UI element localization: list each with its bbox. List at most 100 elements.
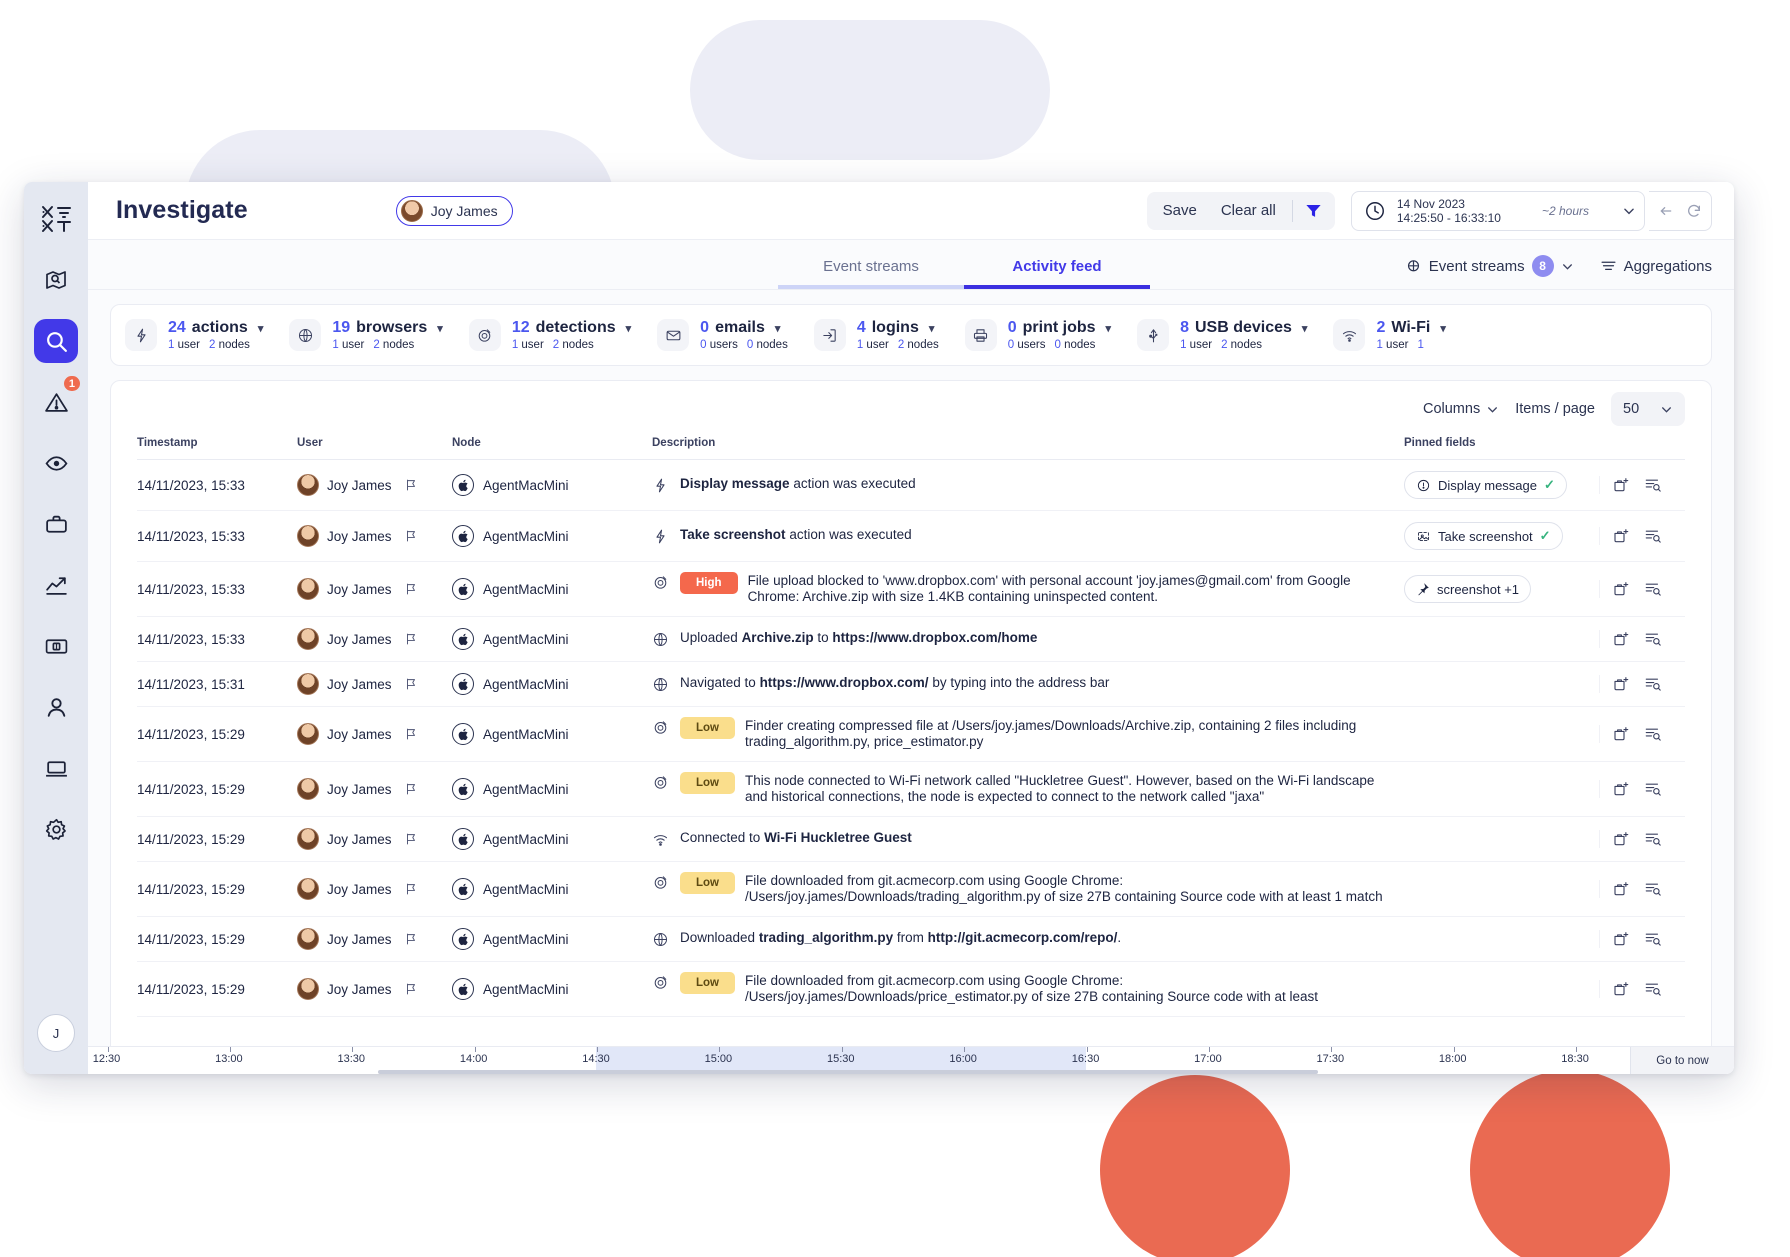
- summary-item-browsers[interactable]: 19 browsers ▾ 1 user 2 nodes: [289, 319, 468, 351]
- chevron-down-icon[interactable]: ▾: [437, 322, 443, 335]
- flag-icon[interactable]: [404, 727, 418, 741]
- table-row[interactable]: 14/11/2023, 15:33 Joy James AgentMacMini…: [137, 561, 1685, 617]
- summary-item-logins[interactable]: 4 logins ▾ 1 user 2 nodes: [813, 319, 965, 351]
- flag-icon[interactable]: [404, 582, 418, 596]
- inspect-icon[interactable]: [1644, 476, 1662, 494]
- sidebar-item-trends[interactable]: [34, 563, 78, 607]
- pinned-field-chip[interactable]: screenshot +1: [1404, 575, 1532, 603]
- event-streams-selector[interactable]: Event streams 8: [1405, 255, 1574, 277]
- sidebar-item-investigate[interactable]: [34, 319, 78, 363]
- add-to-case-icon[interactable]: [1612, 725, 1630, 743]
- add-to-case-icon[interactable]: [1612, 830, 1630, 848]
- table-row[interactable]: 14/11/2023, 15:29 Joy James AgentMacMini…: [137, 916, 1685, 962]
- sidebar-item-cases[interactable]: [34, 502, 78, 546]
- inspect-icon[interactable]: [1644, 580, 1662, 598]
- summary-item-wi-fi[interactable]: 2 Wi-Fi ▾ 1 user 1: [1333, 319, 1471, 351]
- table-row[interactable]: 14/11/2023, 15:33 Joy James AgentMacMini…: [137, 459, 1685, 511]
- table-row[interactable]: 14/11/2023, 15:31 Joy James AgentMacMini…: [137, 661, 1685, 707]
- flag-icon[interactable]: [404, 932, 418, 946]
- items-per-page-select[interactable]: 50: [1611, 392, 1685, 426]
- summary-item-detections[interactable]: 12 detections ▾ 1 user 2 nodes: [468, 319, 657, 351]
- inspect-icon[interactable]: [1644, 630, 1662, 648]
- add-to-case-icon[interactable]: [1612, 476, 1630, 494]
- sidebar-item-finance[interactable]: [34, 624, 78, 668]
- save-button[interactable]: Save: [1151, 202, 1209, 219]
- summary-item-usb-devices[interactable]: 8 USB devices ▾ 1 user 2 nodes: [1137, 319, 1333, 351]
- table-row[interactable]: 14/11/2023, 15:29 Joy James AgentMacMini…: [137, 961, 1685, 1017]
- clear-all-button[interactable]: Clear all: [1209, 202, 1288, 219]
- trend-up-icon: [44, 573, 69, 598]
- sidebar-item-settings[interactable]: [34, 807, 78, 851]
- filter-button[interactable]: [1297, 194, 1331, 228]
- inspect-icon[interactable]: [1644, 780, 1662, 798]
- chevron-down-icon[interactable]: ▾: [1302, 322, 1308, 335]
- user-filter-chip[interactable]: Joy James: [395, 195, 513, 226]
- horizontal-scrollbar[interactable]: [378, 1070, 1318, 1074]
- chevron-down-icon[interactable]: ▾: [258, 322, 264, 335]
- add-to-case-icon[interactable]: [1612, 930, 1630, 948]
- chevron-down-icon[interactable]: ▾: [1440, 322, 1446, 335]
- chevron-down-icon[interactable]: [1561, 260, 1574, 273]
- chevron-down-icon[interactable]: ▾: [775, 322, 781, 335]
- tab-activity-feed[interactable]: Activity feed: [964, 258, 1150, 289]
- inspect-icon[interactable]: [1644, 527, 1662, 545]
- sidebar-item-devices[interactable]: [34, 746, 78, 790]
- go-to-now-button[interactable]: Go to now: [1630, 1047, 1734, 1074]
- event-streams-count: 8: [1531, 255, 1554, 277]
- flag-icon[interactable]: [404, 982, 418, 996]
- summary-item-actions[interactable]: 24 actions ▾ 1 user 2 nodes: [125, 319, 289, 351]
- sidebar-avatar[interactable]: J: [37, 1014, 75, 1052]
- table-scroll-region[interactable]: Timestamp User Node Description Pinned f…: [111, 437, 1711, 1073]
- sidebar-item-alerts[interactable]: 1: [34, 374, 82, 424]
- table-row[interactable]: 14/11/2023, 15:33 Joy James AgentMacMini…: [137, 510, 1685, 562]
- sidebar-item-map-explore[interactable]: [34, 258, 78, 302]
- inspect-icon[interactable]: [1644, 675, 1662, 693]
- summary-item-print-jobs[interactable]: 0 print jobs ▾ 0 users 0 nodes: [964, 319, 1137, 351]
- add-to-case-icon[interactable]: [1612, 880, 1630, 898]
- flag-icon[interactable]: [404, 632, 418, 646]
- inspect-icon[interactable]: [1644, 880, 1662, 898]
- node-name: AgentMacMini: [483, 528, 569, 544]
- flag-icon[interactable]: [404, 677, 418, 691]
- tick-label: 14:30: [582, 1053, 610, 1065]
- add-to-case-icon[interactable]: [1612, 780, 1630, 798]
- sidebar-item-people[interactable]: [34, 685, 78, 729]
- date-range-picker[interactable]: 14 Nov 2023 14:25:50 - 16:33:10 ~2 hours: [1350, 190, 1645, 231]
- inspect-icon[interactable]: [1644, 930, 1662, 948]
- tick-mark: [964, 1047, 966, 1052]
- chevron-down-icon[interactable]: ▾: [1106, 322, 1112, 335]
- flag-icon[interactable]: [404, 882, 418, 896]
- inspect-icon[interactable]: [1644, 830, 1662, 848]
- tick-label: 16:30: [1071, 1053, 1100, 1065]
- add-to-case-icon[interactable]: [1612, 980, 1630, 998]
- chevron-down-icon[interactable]: ▾: [626, 322, 632, 335]
- flag-icon[interactable]: [404, 782, 418, 796]
- refresh-button[interactable]: [1681, 198, 1707, 224]
- add-to-case-icon[interactable]: [1612, 630, 1630, 648]
- table-row[interactable]: 14/11/2023, 15:29 Joy James AgentMacMini…: [137, 861, 1685, 917]
- table-row[interactable]: 14/11/2023, 15:33 Joy James AgentMacMini…: [137, 616, 1685, 662]
- back-button[interactable]: [1653, 198, 1679, 224]
- aggregations-button[interactable]: Aggregations: [1600, 258, 1712, 275]
- flag-icon[interactable]: [404, 529, 418, 543]
- tab-event-streams[interactable]: Event streams: [778, 258, 964, 289]
- pinned-field-chip[interactable]: Take screenshot ✓: [1404, 522, 1563, 550]
- columns-button[interactable]: Columns: [1423, 401, 1499, 417]
- table-row[interactable]: 14/11/2023, 15:29 Joy James AgentMacMini…: [137, 816, 1685, 862]
- sidebar: 1 J: [24, 182, 88, 1074]
- add-to-case-icon[interactable]: [1612, 675, 1630, 693]
- inspect-icon[interactable]: [1644, 980, 1662, 998]
- inspect-icon[interactable]: [1644, 725, 1662, 743]
- pinned-field-chip[interactable]: Display message ✓: [1404, 471, 1567, 499]
- add-to-case-icon[interactable]: [1612, 527, 1630, 545]
- chevron-down-icon[interactable]: ▾: [929, 322, 935, 335]
- add-to-case-icon[interactable]: [1612, 580, 1630, 598]
- table-row[interactable]: 14/11/2023, 15:29 Joy James AgentMacMini…: [137, 761, 1685, 817]
- sidebar-item-monitor[interactable]: [34, 441, 78, 485]
- flag-icon[interactable]: [404, 832, 418, 846]
- table-row[interactable]: 14/11/2023, 15:29 Joy James AgentMacMini…: [137, 706, 1685, 762]
- cell-actions: [1599, 459, 1685, 511]
- flag-icon[interactable]: [404, 478, 418, 492]
- summary-item-emails[interactable]: 0 emails ▾ 0 users 0 nodes: [657, 319, 814, 351]
- chevron-down-icon[interactable]: [1622, 204, 1636, 218]
